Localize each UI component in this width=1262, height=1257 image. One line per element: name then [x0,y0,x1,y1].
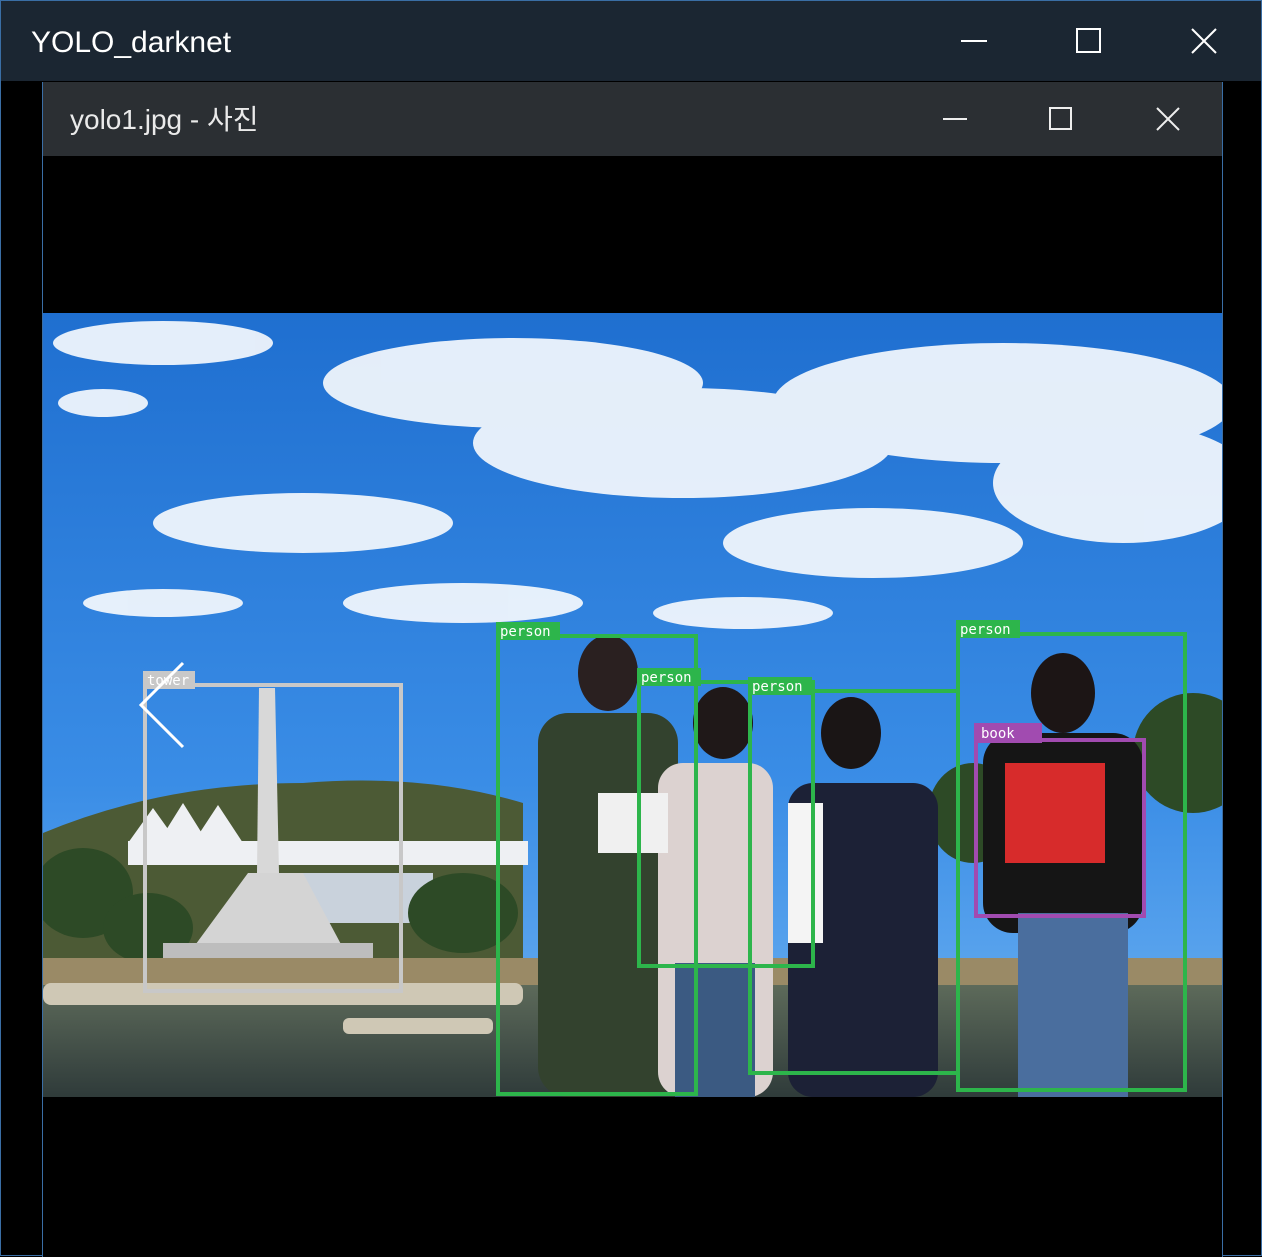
previous-photo-button[interactable] [128,653,188,753]
outer-maximize-button[interactable] [1034,1,1144,81]
photo-close-button[interactable] [1113,82,1222,156]
outer-minimize-button[interactable] [919,1,1029,81]
photo-maximize-button[interactable] [1006,82,1116,156]
maximize-icon [1049,107,1072,130]
close-icon [1156,107,1180,131]
detection-label: person [752,679,803,695]
minimize-icon [961,40,987,42]
photo-window: yolo1.jpg - 사진 person person person pers… [42,82,1223,1257]
detection-label: book [981,726,1015,742]
minimize-icon [943,118,967,120]
maximize-icon [1076,28,1101,53]
outer-window-title: YOLO_darknet [31,26,232,59]
close-icon [1191,28,1217,54]
detection-label: person [641,670,692,686]
outer-titlebar[interactable]: YOLO_darknet [1,1,1261,81]
detection-image: tower person person person [43,313,1222,1097]
photo-window-title: yolo1.jpg - 사진 [70,104,259,135]
photo-canvas: tower person person person [43,313,1222,1097]
detection-label: person [960,622,1011,638]
photo-minimize-button[interactable] [900,82,1010,156]
outer-close-button[interactable] [1149,1,1259,81]
detection-label: person [500,624,551,640]
outer-window: YOLO_darknet yolo1.jpg - 사진 person perso… [0,0,1262,1257]
photo-titlebar[interactable]: yolo1.jpg - 사진 [43,82,1222,156]
